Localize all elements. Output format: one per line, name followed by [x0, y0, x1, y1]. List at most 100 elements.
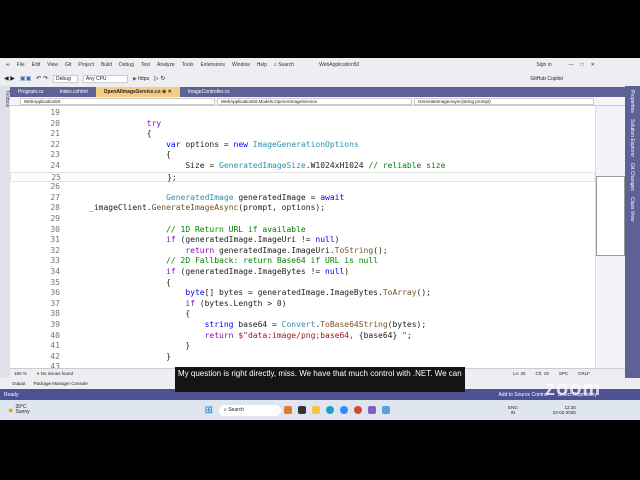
code-line[interactable]: 21 {: [10, 129, 595, 140]
search-button[interactable]: ⌕ Search: [274, 62, 294, 68]
menu-project[interactable]: Project: [78, 62, 94, 68]
menu-extensions[interactable]: Extensions: [200, 62, 224, 68]
menu-analyze[interactable]: Analyze: [157, 62, 175, 68]
app-icon-visual-studio[interactable]: [368, 406, 377, 414]
code-line[interactable]: 42 }: [10, 352, 595, 363]
code-text: GeneratedImage generatedImage = await: [89, 193, 344, 204]
package-manager-console-tab[interactable]: Package Manager Console: [34, 381, 88, 386]
tab-openai-image-service[interactable]: OpenAIImageService.cs ⊕ ✕: [95, 87, 180, 97]
zoom-watermark: zoom: [545, 378, 602, 400]
class-dropdown[interactable]: WebApplication50.Models.OpenAIImageServi…: [217, 98, 412, 105]
app-icon-widgets[interactable]: [284, 406, 293, 414]
maximize-button[interactable]: □: [581, 62, 584, 68]
tab-program[interactable]: Program.cs: [10, 87, 52, 97]
class-view-tab[interactable]: Class View: [629, 197, 635, 222]
solution-explorer-tab[interactable]: Solution Explorer: [629, 119, 635, 157]
code-line[interactable]: 37 if (bytes.Length > 0): [10, 299, 595, 310]
code-line[interactable]: 31 if (generatedImage.ImageUri != null): [10, 235, 595, 246]
navigation-bar: WebApplication50 WebApplication50.Models…: [10, 97, 625, 106]
menu-git[interactable]: Git: [65, 62, 71, 68]
whitespace-mode: SPC: [558, 370, 569, 376]
code-line[interactable]: 32 return generatedImage.ImageUri.ToStri…: [10, 246, 595, 257]
code-token: if: [166, 267, 176, 276]
language-indicator[interactable]: ENG IN: [508, 405, 518, 415]
menu-tools[interactable]: Tools: [182, 62, 194, 68]
app-icon-taskview[interactable]: [298, 406, 307, 414]
minimap-scrollbar[interactable]: [595, 106, 625, 368]
output-tab[interactable]: Output: [12, 381, 26, 386]
code-line[interactable]: 35 {: [10, 278, 595, 289]
save-icon[interactable]: ▣▣: [20, 75, 31, 82]
run-button[interactable]: ▶ https: [133, 76, 149, 82]
app-icon-notepad[interactable]: [382, 406, 391, 414]
code-line[interactable]: 29: [10, 214, 595, 225]
code-line[interactable]: 34 if (generatedImage.ImageBytes != null…: [10, 267, 595, 278]
code-line[interactable]: 23 {: [10, 150, 595, 161]
code-editor[interactable]: 19 20 try 21 {22 var options = new ImageGe…: [10, 106, 595, 371]
code-line[interactable]: 38 {: [10, 309, 595, 320]
app-icon-explorer[interactable]: [312, 406, 321, 414]
refresh-icon[interactable]: ▷ ↻: [154, 75, 165, 82]
git-changes-tab[interactable]: Git Changes: [629, 163, 635, 191]
back-icon[interactable]: ◀ ▶: [4, 75, 15, 82]
menu-debug[interactable]: Debug: [119, 62, 134, 68]
zoom-level[interactable]: 150 %: [14, 371, 27, 376]
clock[interactable]: 12:35 22-02-2026: [553, 405, 576, 415]
minimap-viewport[interactable]: [596, 176, 625, 256]
ready-status: Ready: [4, 392, 19, 398]
properties-tab[interactable]: Properties: [629, 90, 635, 113]
code-line[interactable]: 33 // 2D Fallback: return Base64 if URL …: [10, 256, 595, 267]
code-line[interactable]: 19: [10, 108, 595, 119]
minimize-button[interactable]: —: [569, 62, 574, 68]
menu-file[interactable]: File: [17, 62, 25, 68]
app-icon-chrome[interactable]: [354, 406, 363, 414]
app-icon-zoom[interactable]: [340, 406, 349, 414]
pin-icon[interactable]: ⊕: [162, 89, 166, 95]
code-text: if (generatedImage.ImageUri != null): [89, 235, 339, 246]
platform-select[interactable]: Any CPU: [82, 74, 128, 83]
code-line[interactable]: 22 var options = new ImageGenerationOpti…: [10, 140, 595, 151]
code-line[interactable]: 24 Size = GeneratedImageSize.W1024xH1024…: [10, 161, 595, 172]
close-tab-icon[interactable]: ✕: [168, 89, 172, 95]
line-number: 35: [50, 277, 60, 287]
close-button[interactable]: ✕: [591, 62, 595, 68]
line-number: 28: [50, 203, 60, 213]
code-token: // 2D Fallback: return Base64 if URL is …: [166, 256, 378, 266]
start-icon[interactable]: ⊞: [205, 405, 213, 416]
code-token: if: [185, 298, 195, 308]
code-line[interactable]: 41 }: [10, 341, 595, 352]
code-line[interactable]: 40 return $"data:image/png;base64, {base…: [10, 331, 595, 342]
weather-widget[interactable]: 30°C Sunny: [15, 405, 29, 415]
config-select[interactable]: Debug: [52, 74, 78, 83]
code-line[interactable]: 39 string base64 = Convert.ToBase64Strin…: [10, 320, 595, 331]
menu-view[interactable]: View: [47, 62, 58, 68]
menu-bar: ∞ File Edit View Git Project Build Debug…: [0, 58, 640, 72]
sign-in-button[interactable]: Sign in: [536, 62, 551, 68]
undo-icon[interactable]: ↶ ↷: [36, 75, 48, 82]
code-line[interactable]: 28 _imageClient.GenerateImageAsync(prompt…: [10, 203, 595, 214]
add-source-control-button[interactable]: Add to Source Control: [498, 392, 547, 398]
code-line[interactable]: 27 GeneratedImage generatedImage = await: [10, 193, 595, 204]
app-icon-edge[interactable]: [326, 406, 335, 414]
issues-indicator[interactable]: ● No issues found: [37, 371, 73, 376]
tab-index[interactable]: Index.cshtml: [52, 87, 96, 97]
taskbar-search[interactable]: ⌕ Search: [219, 404, 282, 416]
menu-build[interactable]: Build: [101, 62, 112, 68]
menu-help[interactable]: Help: [257, 62, 267, 68]
code-line[interactable]: 25 };: [10, 171, 595, 183]
tab-image-controller[interactable]: ImageController.cs: [180, 87, 238, 97]
menu-edit[interactable]: Edit: [32, 62, 41, 68]
code-text: _imageClient.GenerateImageAsync(prompt, …: [89, 203, 325, 214]
copilot-button[interactable]: GitHub Copilot: [530, 76, 563, 82]
code-token: Convert: [281, 320, 316, 329]
member-dropdown[interactable]: GenerateImageAsync(string prompt): [414, 98, 594, 105]
project-dropdown[interactable]: WebApplication50: [20, 98, 215, 105]
code-line[interactable]: 20 try: [10, 119, 595, 130]
menu-window[interactable]: Window: [232, 62, 250, 68]
menu-test[interactable]: Test: [141, 62, 150, 68]
code-line[interactable]: 36 byte[] bytes = generatedImage.ImageBy…: [10, 288, 595, 299]
code-line[interactable]: 30 // 1D Return URL if available: [10, 225, 595, 236]
code-text: {: [89, 278, 171, 289]
code-line[interactable]: 26: [10, 182, 595, 193]
